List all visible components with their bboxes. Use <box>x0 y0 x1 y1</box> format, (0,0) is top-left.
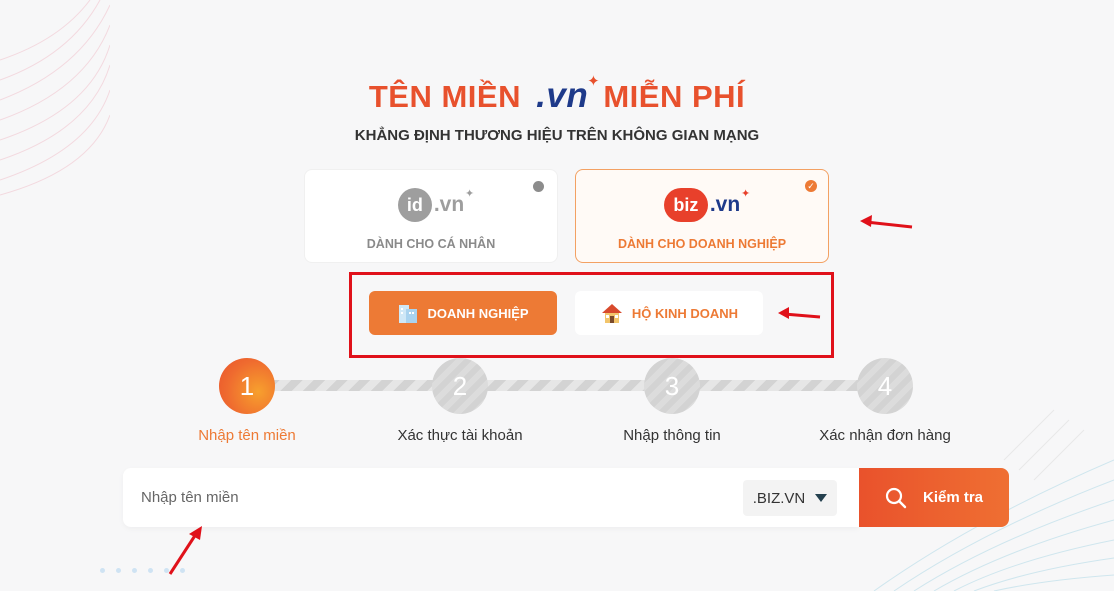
annotation-arrow-up-icon <box>168 526 202 575</box>
step-1-label: Nhập tên miền <box>198 427 296 444</box>
biz-vn-logo: biz .vn ✦ <box>576 188 828 224</box>
card-personal[interactable]: id .vn ✦ DÀNH CHO CÁ NHÂN <box>304 169 558 263</box>
step-2-circle: 2 <box>432 358 488 414</box>
step-3-label: Nhập thông tin <box>623 427 721 444</box>
star-icon: ✦ <box>587 73 601 90</box>
title-part2: MIỄN PHÍ <box>603 79 746 114</box>
house-icon <box>601 304 622 323</box>
card-business[interactable]: ✓ biz .vn ✦ DÀNH CHO DOANH NGHIỆP <box>575 169 829 263</box>
card-personal-caption: DÀNH CHO CÁ NHÂN <box>366 237 496 251</box>
tld-selected-value: .BIZ.VN <box>752 489 806 507</box>
title-part1: TÊN MIỀN <box>368 79 521 114</box>
tld-select[interactable]: .BIZ.VN <box>743 480 837 516</box>
check-domain-button[interactable]: Kiểm tra <box>859 468 1009 527</box>
page-subtitle: KHẲNG ĐỊNH THƯƠNG HIỆU TRÊN KHÔNG GIAN M… <box>354 127 760 144</box>
caret-down-icon <box>815 494 828 502</box>
domain-search-box: .BIZ.VN <box>123 468 859 527</box>
segment-business-label: DOANH NGHIỆP <box>427 305 529 321</box>
title-vn-logo: .vn ✦ <box>536 73 601 115</box>
page-title: TÊN MIỀN .vn ✦ MIỄN PHÍ <box>0 73 1114 116</box>
segment-household-button[interactable]: HỘ KINH DOANH <box>575 291 763 335</box>
check-domain-label: Kiểm tra <box>922 489 984 506</box>
domain-search-input[interactable] <box>141 468 701 527</box>
step-2-label: Xác thực tài khoản <box>397 427 523 444</box>
step-4-circle: 4 <box>857 358 913 414</box>
step-4-label: Xác nhận đơn hàng <box>819 427 951 444</box>
building-icon <box>399 305 418 323</box>
stepper-track <box>246 380 886 391</box>
annotation-arrow-left-icon <box>860 215 913 229</box>
id-vn-logo: id .vn ✦ <box>305 188 557 224</box>
annotation-arrow-left-icon-2 <box>778 307 821 319</box>
step-3-circle: 3 <box>644 358 700 414</box>
step-1-circle: 1 <box>219 358 275 414</box>
card-business-caption: DÀNH CHO DOANH NGHIỆP <box>617 237 787 251</box>
search-icon <box>885 487 907 508</box>
segment-business-button[interactable]: DOANH NGHIỆP <box>369 291 557 335</box>
segment-household-label: HỘ KINH DOANH <box>631 305 739 321</box>
